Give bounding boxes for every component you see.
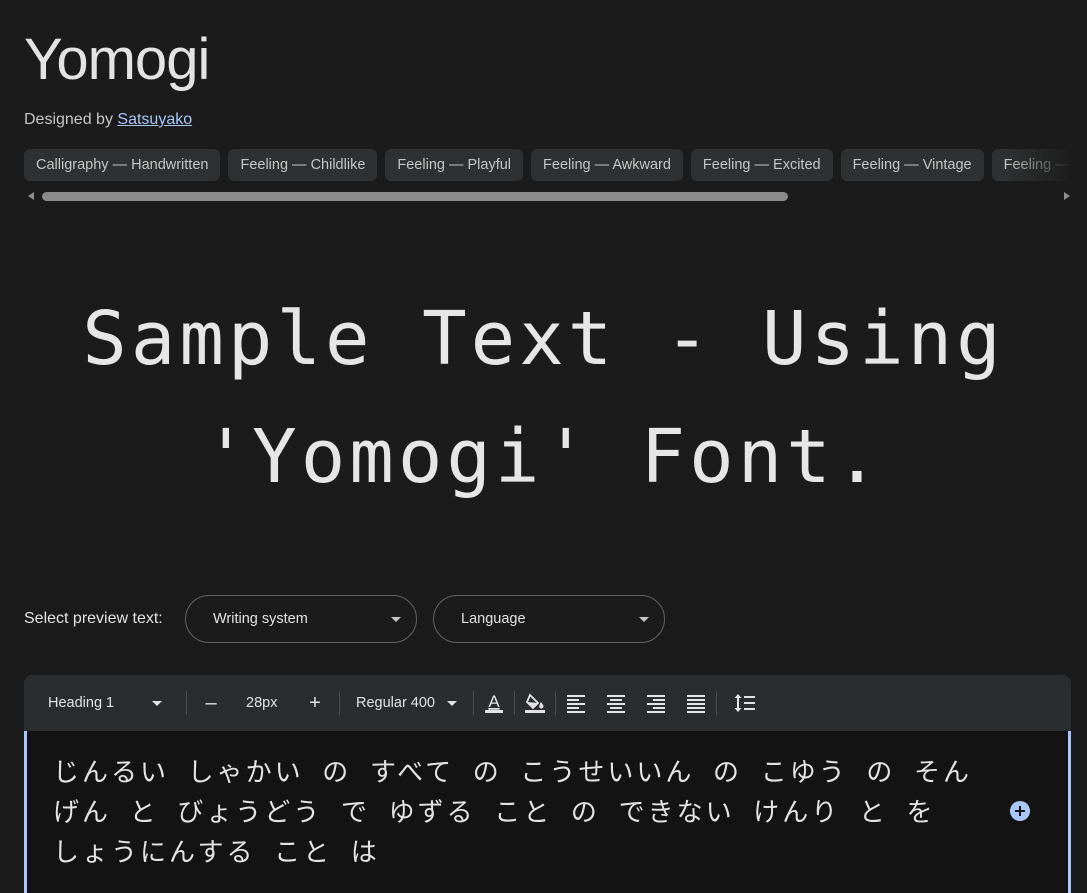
caret-down-icon [391, 617, 401, 622]
scrollbar-thumb[interactable] [42, 192, 788, 201]
font-specimen-page: Yomogi Designed by Satsuyako Calligraphy… [0, 0, 1087, 893]
caret-down-icon [152, 701, 162, 706]
text-style-select[interactable]: Heading 1 [48, 675, 168, 731]
toolbar-divider [716, 691, 717, 715]
align-left-icon[interactable] [564, 691, 588, 715]
decrease-size-button[interactable]: – [202, 675, 220, 731]
preview-text-label: Select preview text: [24, 610, 163, 627]
editor-toolbar: Heading 1 – 28px + Regular 400 A [24, 675, 1071, 731]
toolbar-divider [473, 691, 474, 715]
text-style-value: Heading 1 [48, 695, 115, 711]
tag-scrollbar[interactable] [24, 189, 1074, 203]
highlight-color-icon[interactable] [523, 691, 547, 715]
text-color-icon[interactable]: A [482, 691, 506, 715]
line-height-icon[interactable] [733, 691, 757, 715]
align-justify-icon[interactable] [684, 691, 708, 715]
language-dropdown[interactable]: Language [433, 595, 665, 643]
preview-text-editor[interactable]: じんるい しゃかい の すべて の こうせいいん の こゆう の そんげん と … [24, 731, 1071, 893]
tag-chip[interactable]: Feeling — Playful [385, 149, 524, 181]
editor-text[interactable]: じんるい しゃかい の すべて の こうせいいん の こゆう の そんげん と … [53, 753, 973, 873]
writing-system-dropdown[interactable]: Writing system [185, 595, 417, 643]
designer-line: Designed by Satsuyako [24, 111, 192, 129]
caret-down-icon [639, 617, 649, 622]
language-value: Language [461, 611, 526, 627]
caret-down-icon [447, 701, 457, 706]
text-color-letter: A [488, 692, 500, 711]
align-center-icon[interactable] [604, 691, 628, 715]
toolbar-divider [555, 691, 556, 715]
scroll-left-icon[interactable] [28, 192, 34, 200]
designed-by-label: Designed by [24, 111, 113, 128]
sample-line-1: Sample Text - Using [82, 296, 1005, 382]
tag-chip[interactable]: Feeling — Awkward [531, 149, 683, 181]
toolbar-divider [339, 691, 340, 715]
sample-text-preview: Sample Text - Using 'Yomogi' Font. [40, 280, 1047, 516]
tag-chip[interactable]: Feeling — Childlike [228, 149, 378, 181]
tag-chip[interactable]: Feeling — Vintage [840, 149, 984, 181]
tag-chip[interactable]: Feeling — Happy [991, 149, 1087, 181]
sample-line-2: 'Yomogi' Font. [203, 414, 884, 500]
scroll-right-icon[interactable] [1064, 192, 1070, 200]
tag-chip[interactable]: Calligraphy — Handwritten [24, 149, 221, 181]
increase-size-button[interactable]: + [306, 675, 324, 731]
font-weight-select[interactable]: Regular 400 [356, 675, 468, 731]
align-right-icon[interactable] [644, 691, 668, 715]
tag-list: Calligraphy — Handwritten Feeling — Child… [24, 149, 1087, 181]
font-weight-value: Regular 400 [356, 695, 435, 711]
writing-system-value: Writing system [213, 611, 308, 627]
font-title: Yomogi [24, 27, 210, 92]
tag-chip[interactable]: Feeling — Excited [690, 149, 833, 181]
font-size-value[interactable]: 28px [246, 675, 277, 731]
add-circle-icon[interactable] [1010, 801, 1030, 821]
designer-link[interactable]: Satsuyako [117, 111, 192, 128]
toolbar-divider [186, 691, 187, 715]
toolbar-divider [514, 691, 515, 715]
